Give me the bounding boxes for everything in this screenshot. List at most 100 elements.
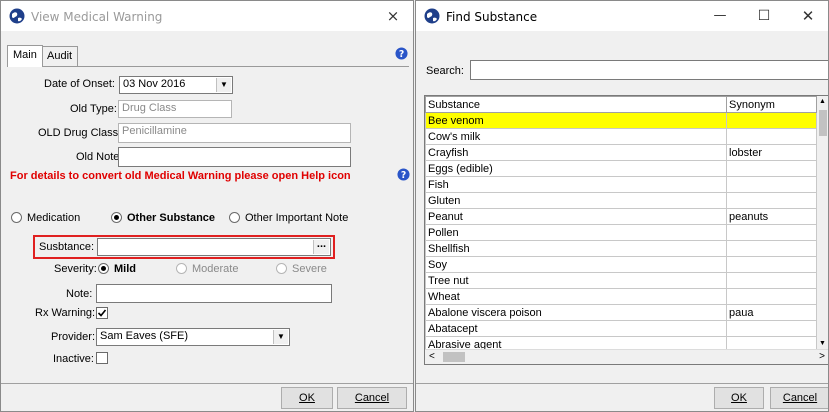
synonym-cell[interactable] [726, 224, 817, 241]
title-bar[interactable]: View Medical Warning × [1, 1, 413, 31]
substance-cell[interactable]: Tree nut [425, 272, 727, 289]
radio-medication-circle[interactable] [11, 212, 22, 223]
radio-other-substance[interactable]: Other Substance [111, 212, 215, 224]
close-button[interactable]: × [373, 1, 413, 31]
cancel-button[interactable]: Cancel [770, 387, 828, 409]
substance-cell[interactable]: Crayfish [425, 144, 727, 161]
maximize-button[interactable]: ☐ [744, 1, 784, 31]
substance-cell[interactable]: Abatacept [425, 320, 727, 337]
radio-other-substance-circle[interactable] [111, 212, 122, 223]
app-globe-icon [424, 8, 440, 24]
synonym-cell[interactable] [726, 320, 817, 337]
synonym-cell[interactable] [726, 240, 817, 257]
table-row[interactable]: Peanut peanuts [425, 208, 817, 225]
synonym-cell[interactable]: peanuts [726, 208, 817, 225]
synonym-cell[interactable] [726, 128, 817, 145]
table-row[interactable]: Crayfish lobster [425, 144, 817, 161]
scroll-left-icon[interactable]: < [429, 351, 435, 362]
table-row[interactable]: Eggs (edible) [425, 160, 817, 177]
substance-grid[interactable]: Substance Synonym Bee venom Cow's milk Cra… [424, 95, 828, 365]
help-icon[interactable]: ? [397, 168, 410, 181]
table-row[interactable]: Abalone viscera poison paua [425, 304, 817, 321]
radio-medication[interactable]: Medication [11, 212, 80, 224]
severity-severe[interactable]: Severe [276, 263, 327, 275]
provider-value: Sam Eaves (SFE) [100, 330, 189, 342]
cancel-button[interactable]: Cancel [337, 387, 407, 409]
checkmark-icon [97, 309, 107, 317]
synonym-cell[interactable] [726, 192, 817, 209]
chevron-down-icon[interactable]: ▼ [273, 330, 288, 344]
table-row[interactable]: Pollen [425, 224, 817, 241]
radio-other-important-note-circle[interactable] [229, 212, 240, 223]
table-row[interactable]: Cow's milk [425, 128, 817, 145]
old-type-label: Old Type: [70, 103, 117, 115]
substance-cell[interactable]: Soy [425, 256, 727, 273]
close-button[interactable]: ✕ [788, 1, 828, 31]
substance-cell[interactable]: Shellfish [425, 240, 727, 257]
synonym-cell[interactable]: paua [726, 304, 817, 321]
table-row[interactable]: Bee venom [425, 112, 817, 129]
scroll-down-icon[interactable]: ▼ [819, 340, 826, 347]
table-row[interactable]: Fish [425, 176, 817, 193]
scroll-right-icon[interactable]: > [819, 351, 825, 362]
tab-audit[interactable]: Audit [41, 46, 79, 66]
substance-cell[interactable]: Eggs (edible) [425, 160, 727, 177]
tab-main[interactable]: Main [7, 45, 43, 67]
synonym-cell[interactable] [726, 288, 817, 305]
vertical-scrollbar[interactable]: ▲ ▼ [817, 96, 828, 350]
substance-cell[interactable]: Wheat [425, 288, 727, 305]
ok-button[interactable]: OK [281, 387, 333, 409]
severity-severe-label: Severe [292, 263, 327, 275]
substance-cell[interactable]: Pollen [425, 224, 727, 241]
synonym-cell[interactable] [726, 112, 817, 129]
help-icon[interactable]: ? [395, 47, 408, 60]
title-bar[interactable]: Find Substance — ☐ ✕ [416, 1, 828, 31]
column-header-synonym[interactable]: Synonym [726, 96, 817, 113]
svg-text:?: ? [401, 170, 406, 181]
radio-other-important-note[interactable]: Other Important Note [229, 212, 348, 224]
severity-moderate[interactable]: Moderate [176, 263, 238, 275]
window-title: Find Substance [446, 10, 538, 24]
h-scroll-thumb[interactable] [443, 352, 465, 362]
substance-cell[interactable]: Abalone viscera poison [425, 304, 727, 321]
substance-input[interactable]: ... [97, 238, 331, 256]
severity-severe-circle[interactable] [276, 263, 287, 274]
severity-mild-circle[interactable] [98, 263, 109, 274]
old-note-field[interactable] [118, 147, 351, 167]
substance-cell[interactable]: Gluten [425, 192, 727, 209]
synonym-cell[interactable]: lobster [726, 144, 817, 161]
scroll-up-icon[interactable]: ▲ [819, 98, 826, 105]
inactive-checkbox[interactable] [96, 352, 108, 364]
substance-cell[interactable]: Peanut [425, 208, 727, 225]
synonym-cell[interactable] [726, 160, 817, 177]
search-input[interactable] [470, 60, 828, 80]
substance-cell[interactable]: Bee venom [425, 112, 727, 129]
substance-cell[interactable]: Cow's milk [425, 128, 727, 145]
severity-mild[interactable]: Mild [98, 263, 136, 275]
date-of-onset-dropdown[interactable]: 03 Nov 2016 ▼ [119, 76, 233, 94]
ellipsis-button[interactable]: ... [313, 239, 329, 254]
severity-moderate-circle[interactable] [176, 263, 187, 274]
minimize-button[interactable]: — [700, 1, 740, 31]
scroll-thumb[interactable] [819, 110, 827, 136]
substance-cell[interactable]: Fish [425, 176, 727, 193]
table-row[interactable]: Shellfish [425, 240, 817, 257]
table-row[interactable]: Tree nut [425, 272, 817, 289]
synonym-cell[interactable] [726, 256, 817, 273]
table-row[interactable]: Abatacept [425, 320, 817, 337]
ok-button[interactable]: OK [714, 387, 764, 409]
table-row[interactable]: Soy [425, 256, 817, 273]
note-input[interactable] [96, 284, 332, 303]
app-globe-icon [9, 8, 25, 24]
table-row[interactable]: Gluten [425, 192, 817, 209]
substance-table: Substance Synonym Bee venom Cow's milk Cra… [425, 96, 817, 353]
table-row[interactable]: Wheat [425, 288, 817, 305]
chevron-down-icon[interactable]: ▼ [216, 78, 231, 92]
synonym-cell[interactable] [726, 272, 817, 289]
provider-dropdown[interactable]: Sam Eaves (SFE) ▼ [96, 328, 290, 346]
grid-body: Bee venom Cow's milk Crayfish lobster Eggs (… [425, 112, 817, 353]
rx-warning-checkbox[interactable] [96, 307, 108, 319]
horizontal-scrollbar[interactable]: < > [425, 349, 828, 364]
column-header-substance[interactable]: Substance [425, 96, 727, 113]
synonym-cell[interactable] [726, 176, 817, 193]
